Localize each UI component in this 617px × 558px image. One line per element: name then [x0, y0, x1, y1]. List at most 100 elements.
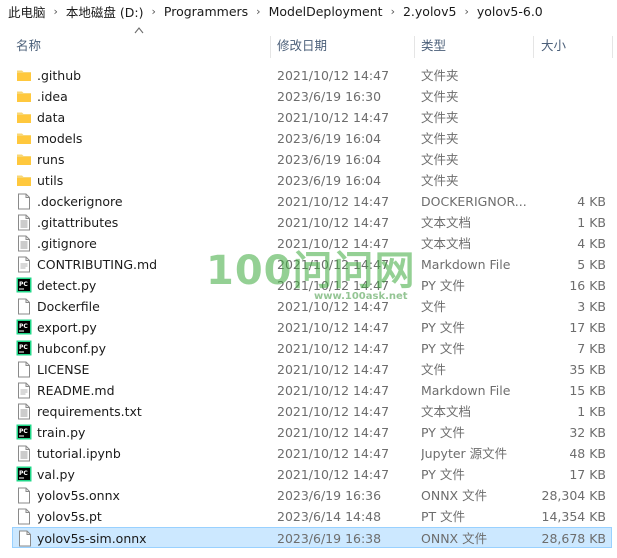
file-row[interactable]: README.md 2021/10/12 14:47 Markdown File 15… — [0, 380, 617, 401]
file-type: 文件夹 — [421, 68, 459, 83]
file-date: 2021/10/12 14:47 — [277, 383, 390, 398]
folder-icon — [16, 172, 32, 189]
breadcrumb-item[interactable]: ModelDeployment — [267, 4, 385, 19]
file-row[interactable]: PC export.py 2021/10/12 14:47 PY 文件 17 KB — [0, 317, 617, 338]
file-type: 文件夹 — [421, 173, 459, 188]
file-size: 17 KB — [569, 320, 606, 335]
pycharm-file-icon: PC — [16, 319, 32, 336]
text-file-icon — [16, 214, 32, 231]
file-size: 35 KB — [569, 362, 606, 377]
file-row-selected[interactable]: yolov5s-sim.onnx 2023/6/19 16:38 ONNX 文件 28… — [12, 527, 612, 548]
column-header-name[interactable]: 名称 — [16, 34, 266, 58]
file-row[interactable]: utils 2023/6/19 16:04 文件夹 — [0, 170, 617, 191]
file-row[interactable]: PC val.py 2021/10/12 14:47 PY 文件 17 KB — [0, 464, 617, 485]
blank-file-icon — [16, 361, 32, 378]
file-date: 2023/6/14 14:48 — [277, 509, 382, 524]
file-name: .gitignore — [37, 236, 97, 251]
file-date: 2021/10/12 14:47 — [277, 68, 390, 83]
file-size — [526, 170, 606, 191]
file-row[interactable]: yolov5s.onnx 2023/6/19 16:36 ONNX 文件 28,304… — [0, 485, 617, 506]
file-name: .idea — [37, 89, 68, 104]
column-header-type[interactable]: 类型 — [421, 34, 531, 58]
file-date: 2021/10/12 14:47 — [277, 110, 390, 125]
file-row[interactable]: .gitignore 2021/10/12 14:47 文本文档 4 KB — [0, 233, 617, 254]
file-row[interactable]: PC detect.py 2021/10/12 14:47 PY 文件 16 KB — [0, 275, 617, 296]
file-row[interactable]: CONTRIBUTING.md 2021/10/12 14:47 Markdown … — [0, 254, 617, 275]
breadcrumb-separator-icon[interactable]: › — [458, 5, 474, 18]
file-size: 7 KB — [577, 341, 606, 356]
folder-icon — [16, 109, 32, 126]
breadcrumb-item[interactable]: yolov5-6.0 — [475, 4, 545, 19]
file-size: 28,304 KB — [541, 488, 606, 503]
breadcrumb-item[interactable]: 2.yolov5 — [401, 4, 458, 19]
breadcrumb-item[interactable]: 此电脑 — [6, 2, 48, 21]
file-size — [526, 65, 606, 86]
file-size: 48 KB — [569, 446, 606, 461]
column-divider[interactable] — [270, 36, 271, 58]
sort-ascending-icon[interactable] — [134, 26, 144, 34]
file-row[interactable]: PC hubconf.py 2021/10/12 14:47 PY 文件 7 KB — [0, 338, 617, 359]
file-type: PY 文件 — [421, 425, 465, 440]
breadcrumb-item[interactable]: 本地磁盘 (D:) — [64, 2, 146, 21]
folder-icon — [16, 67, 32, 84]
file-row[interactable]: yolov5s.pt 2023/6/14 14:48 PT 文件 14,354 KB — [0, 506, 617, 527]
file-date: 2021/10/12 14:47 — [277, 215, 390, 230]
file-name: .gitattributes — [37, 215, 119, 230]
file-date: 2021/10/12 14:47 — [277, 236, 390, 251]
text-file-icon — [16, 235, 32, 252]
text-file-icon — [16, 403, 32, 420]
file-name: Dockerfile — [37, 299, 100, 314]
file-date: 2023/6/19 16:38 — [277, 531, 382, 546]
file-name: hubconf.py — [37, 341, 107, 356]
breadcrumb-separator-icon[interactable]: › — [48, 5, 64, 18]
file-row[interactable]: .dockerignore 2021/10/12 14:47 DOCKERIGNOR… — [0, 191, 617, 212]
markdown-file-icon — [16, 382, 32, 399]
column-header-size[interactable]: 大小 — [541, 34, 611, 58]
file-size — [526, 107, 606, 128]
file-size: 4 KB — [577, 236, 606, 251]
column-divider[interactable] — [533, 36, 534, 58]
pycharm-file-icon: PC — [16, 424, 32, 441]
text-file-icon — [16, 445, 32, 462]
file-date: 2021/10/12 14:47 — [277, 362, 390, 377]
file-row[interactable]: tutorial.ipynb 2021/10/12 14:47 Jupyter 源文… — [0, 443, 617, 464]
file-row[interactable]: .gitattributes 2021/10/12 14:47 文本文档 1 KB — [0, 212, 617, 233]
file-name: utils — [37, 173, 64, 188]
file-date: 2021/10/12 14:47 — [277, 194, 390, 209]
file-list: .github 2021/10/12 14:47 文件夹 .idea 2023/6/19… — [0, 65, 617, 548]
file-row[interactable]: Dockerfile 2021/10/12 14:47 文件 3 KB — [0, 296, 617, 317]
column-header: 名称 修改日期 类型 大小 — [0, 34, 617, 58]
blank-file-icon — [17, 530, 33, 547]
breadcrumb-separator-icon[interactable]: › — [146, 5, 162, 18]
file-date: 2021/10/12 14:47 — [277, 467, 390, 482]
blank-file-icon — [16, 193, 32, 210]
file-type: PT 文件 — [421, 509, 466, 524]
breadcrumb-separator-icon[interactable]: › — [385, 5, 401, 18]
breadcrumb-separator-icon[interactable]: › — [250, 5, 266, 18]
breadcrumb-item[interactable]: Programmers — [162, 4, 250, 19]
file-type: PY 文件 — [421, 467, 465, 482]
file-row[interactable]: requirements.txt 2021/10/12 14:47 文本文档 1 KB — [0, 401, 617, 422]
file-row[interactable]: data 2021/10/12 14:47 文件夹 — [0, 107, 617, 128]
file-row[interactable]: LICENSE 2021/10/12 14:47 文件 35 KB — [0, 359, 617, 380]
file-name: requirements.txt — [37, 404, 142, 419]
file-row[interactable]: runs 2023/6/19 16:04 文件夹 — [0, 149, 617, 170]
column-header-date[interactable]: 修改日期 — [277, 34, 407, 58]
file-row[interactable]: PC train.py 2021/10/12 14:47 PY 文件 32 KB — [0, 422, 617, 443]
file-type: DOCKERIGNOR... — [421, 194, 527, 209]
column-divider[interactable] — [414, 36, 415, 58]
pycharm-file-icon: PC — [16, 277, 32, 294]
file-date: 2023/6/19 16:04 — [277, 131, 382, 146]
file-type: 文件 — [421, 362, 447, 377]
file-name: tutorial.ipynb — [37, 446, 121, 461]
column-divider[interactable] — [612, 36, 613, 58]
file-row[interactable]: models 2023/6/19 16:04 文件夹 — [0, 128, 617, 149]
file-row[interactable]: .github 2021/10/12 14:47 文件夹 — [0, 65, 617, 86]
file-size: 32 KB — [569, 425, 606, 440]
file-date: 2021/10/12 14:47 — [277, 257, 390, 272]
file-name: yolov5s.pt — [37, 509, 102, 524]
svg-text:PC: PC — [19, 470, 28, 477]
file-row[interactable]: .idea 2023/6/19 16:30 文件夹 — [0, 86, 617, 107]
file-date: 2021/10/12 14:47 — [277, 404, 390, 419]
file-type: 文件夹 — [421, 131, 459, 146]
